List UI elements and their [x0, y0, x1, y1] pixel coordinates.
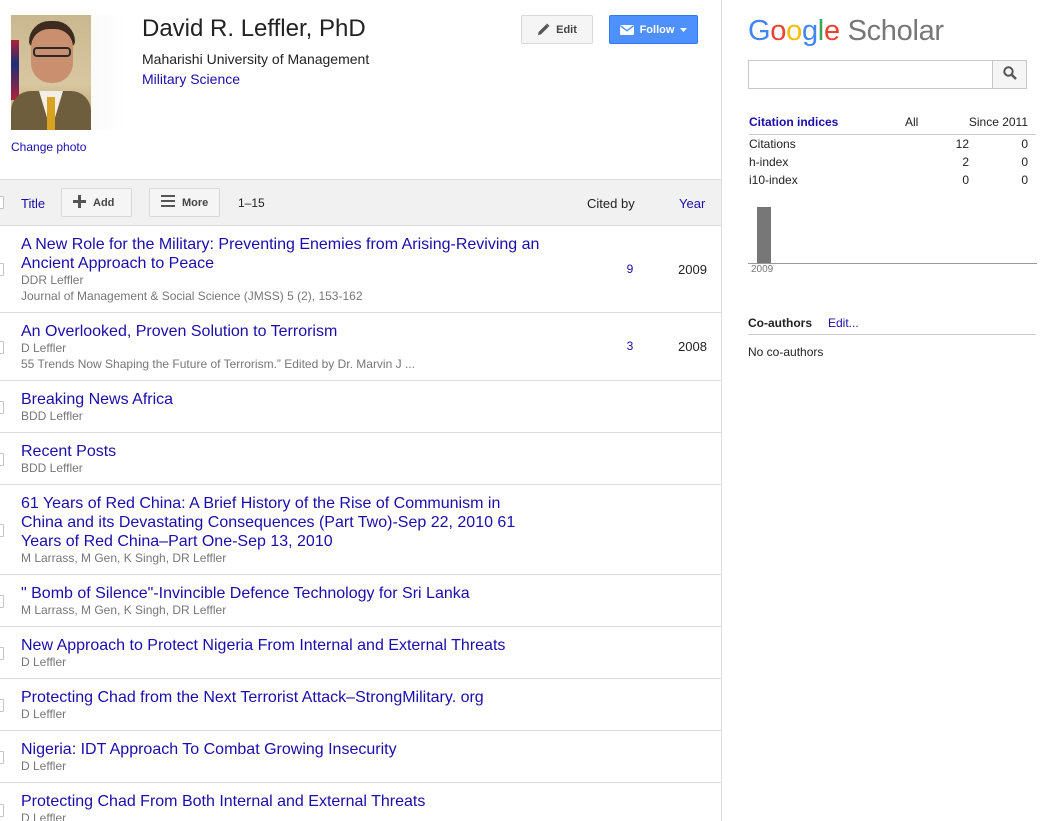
article-row: An Overlooked, Proven Solution to Terror… — [0, 313, 721, 381]
coauthors-title: Co-authors — [748, 316, 812, 330]
add-articles-button[interactable]: Add — [61, 188, 132, 217]
row-checkbox[interactable] — [0, 340, 4, 354]
pencil-icon — [537, 23, 550, 36]
citation-indices-header: Citation indices All Since 2011 — [749, 114, 1036, 135]
interest-link[interactable]: Military Science — [142, 71, 240, 87]
magnifier-icon — [1002, 66, 1017, 83]
menu-icon — [161, 195, 175, 210]
edit-label: Edit — [556, 23, 577, 36]
search-input[interactable] — [748, 60, 992, 89]
article-authors: BDD Leffler — [21, 461, 83, 475]
sort-by-year[interactable]: Year — [679, 196, 705, 211]
row-checkbox[interactable] — [0, 804, 4, 817]
plus-icon — [73, 194, 86, 211]
chart-axis — [748, 263, 1037, 264]
no-coauthors-text: No co-authors — [748, 345, 824, 359]
article-title-link[interactable]: A New Role for the Military: Preventing … — [21, 235, 546, 273]
envelope-icon — [619, 24, 634, 35]
row-checkbox[interactable] — [0, 594, 4, 608]
row-checkbox[interactable] — [0, 750, 4, 764]
article-title-link[interactable]: Nigeria: IDT Approach To Combat Growing … — [21, 740, 546, 759]
article-venue: Journal of Management & Social Science (… — [21, 289, 363, 303]
profile-photo[interactable] — [11, 15, 91, 130]
article-authors: D Leffler — [21, 811, 67, 821]
articles-toolbar: Title Add More 1–15 Cited by Year — [0, 179, 721, 226]
row-checkbox[interactable] — [0, 646, 4, 660]
article-title-link[interactable]: Protecting Chad From Both Internal and E… — [21, 792, 546, 811]
article-row: " Bomb of Silence"-Invincible Defence Te… — [0, 575, 721, 627]
article-authors: M Larrass, M Gen, K Singh, DR Leffler — [21, 603, 227, 617]
article-title-link[interactable]: " Bomb of Silence"-Invincible Defence Te… — [21, 584, 546, 603]
article-authors: D Leffler — [21, 707, 67, 721]
col-since: Since 2011 — [968, 115, 1028, 129]
coauthors-header: Co-authors Edit... — [748, 315, 1036, 335]
article-title-link[interactable]: New Approach to Protect Nigeria From Int… — [21, 636, 546, 655]
caret-down-icon — [680, 27, 688, 32]
article-authors: BDD Leffler — [21, 409, 83, 423]
article-row: Recent Posts BDD Leffler — [0, 433, 721, 485]
results-range: 1–15 — [238, 196, 265, 210]
profile-main: Change photo David R. Leffler, PhD Mahar… — [0, 0, 722, 821]
article-row: 61 Years of Red China: A Brief History o… — [0, 485, 721, 575]
article-authors: DDR Leffler — [21, 273, 84, 287]
article-title-link[interactable]: Recent Posts — [21, 442, 546, 461]
article-authors: D Leffler — [21, 655, 67, 669]
follow-button[interactable]: Follow — [609, 15, 698, 44]
article-row: Nigeria: IDT Approach To Combat Growing … — [0, 731, 721, 783]
search-button[interactable] — [992, 60, 1027, 89]
row-checkbox[interactable] — [0, 263, 4, 276]
follow-label: Follow — [639, 23, 675, 36]
article-authors: D Leffler — [21, 759, 67, 773]
clipped-interest-line — [148, 121, 358, 126]
article-row: Breaking News Africa BDD Leffler — [0, 381, 721, 433]
article-title-link[interactable]: Protecting Chad from the Next Terrorist … — [21, 688, 546, 707]
article-authors: D Leffler — [21, 341, 67, 355]
profile-affiliation: Maharishi University of Management — [142, 51, 370, 67]
article-year: 2008 — [678, 339, 707, 354]
row-checkbox[interactable] — [0, 452, 4, 466]
more-label: More — [182, 196, 209, 209]
chart-bar-2009[interactable] — [757, 207, 771, 263]
article-row: Protecting Chad from the Next Terrorist … — [0, 679, 721, 731]
row-checkbox[interactable] — [0, 523, 4, 537]
citation-indices-link[interactable]: Citation indices — [749, 115, 838, 129]
article-title-link[interactable]: 61 Years of Red China: A Brief History o… — [21, 494, 546, 551]
add-label: Add — [93, 196, 115, 209]
article-title-link[interactable]: An Overlooked, Proven Solution to Terror… — [21, 322, 546, 341]
cited-by-link[interactable]: 9 — [620, 262, 640, 276]
sort-by-title[interactable]: Title — [21, 196, 45, 211]
edit-profile-button[interactable]: Edit — [521, 15, 593, 44]
profile-name: David R. Leffler, PhD — [142, 15, 366, 42]
article-row: Protecting Chad From Both Internal and E… — [0, 783, 721, 821]
cited-by-link[interactable]: 3 — [620, 339, 640, 353]
more-actions-button[interactable]: More — [149, 188, 220, 217]
article-venue: 55 Trends Now Shaping the Future of Terr… — [21, 357, 415, 371]
article-row: New Approach to Protect Nigeria From Int… — [0, 627, 721, 679]
row-checkbox[interactable] — [0, 698, 4, 712]
google-scholar-logo[interactable]: Google Scholar — [748, 15, 944, 48]
row-checkbox[interactable] — [0, 400, 4, 414]
article-year: 2009 — [678, 262, 707, 277]
cited-by-header: Cited by — [587, 196, 635, 211]
article-title-link[interactable]: Breaking News Africa — [21, 390, 546, 409]
select-all-checkbox[interactable] — [0, 196, 4, 209]
photo-fade — [91, 15, 126, 130]
col-all: All — [905, 115, 919, 129]
edit-coauthors-link[interactable]: Edit... — [828, 316, 859, 330]
article-row: A New Role for the Military: Preventing … — [0, 226, 721, 313]
article-authors: M Larrass, M Gen, K Singh, DR Leffler — [21, 551, 227, 565]
chart-tick-label: 2009 — [751, 264, 774, 275]
citations-per-year-chart: 2009 — [748, 200, 1037, 278]
change-photo-link[interactable]: Change photo — [11, 140, 86, 154]
